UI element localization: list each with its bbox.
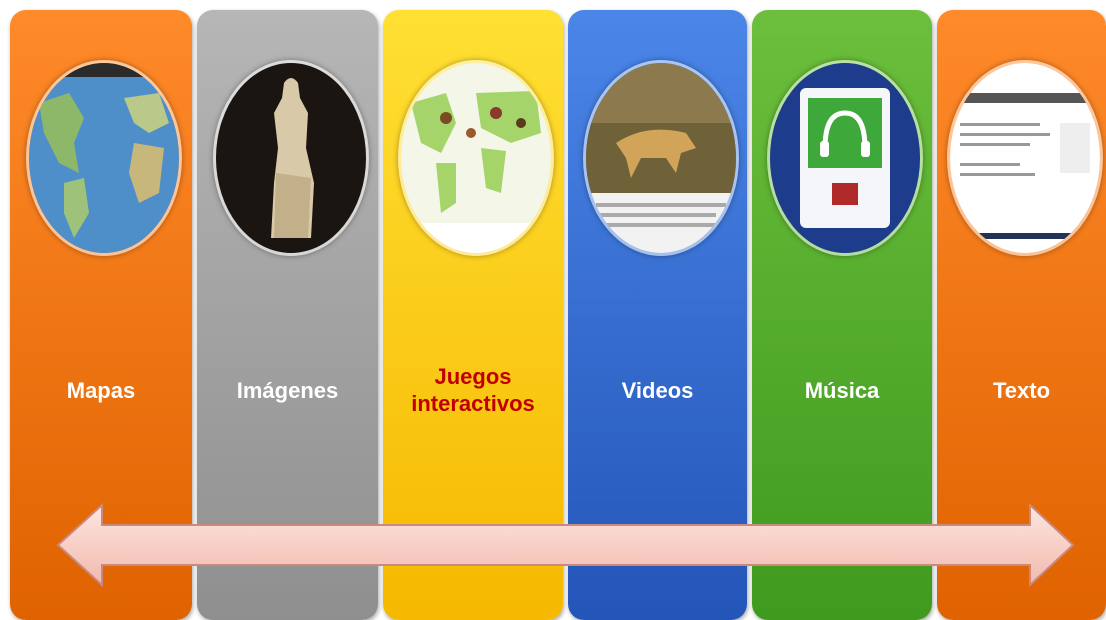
column-mapas: Mapas: [10, 10, 192, 620]
column-texto: Texto: [937, 10, 1106, 620]
column-juegos: Juegos interactivos: [383, 10, 563, 620]
column-label-videos: Videos: [621, 377, 694, 403]
instruments-map-thumbnail: [398, 60, 554, 256]
headphones-thumbnail: [767, 60, 923, 256]
statue-thumbnail: [212, 60, 369, 256]
column-videos: Videos: [568, 10, 747, 620]
column-musica: Música: [752, 10, 932, 620]
column-imagenes: Imágenes: [197, 10, 378, 620]
map-thumbnail: [26, 60, 182, 256]
column-label-musica: Música: [804, 377, 880, 403]
text-page-thumbnail: [946, 60, 1103, 256]
column-label-juegos: Juegos interactivos: [411, 364, 535, 416]
column-label-mapas: Mapas: [66, 377, 136, 403]
column-label-imagenes: Imágenes: [236, 377, 339, 403]
column-label-texto: Texto: [992, 377, 1051, 403]
cheetah-video-thumbnail: [582, 60, 739, 256]
